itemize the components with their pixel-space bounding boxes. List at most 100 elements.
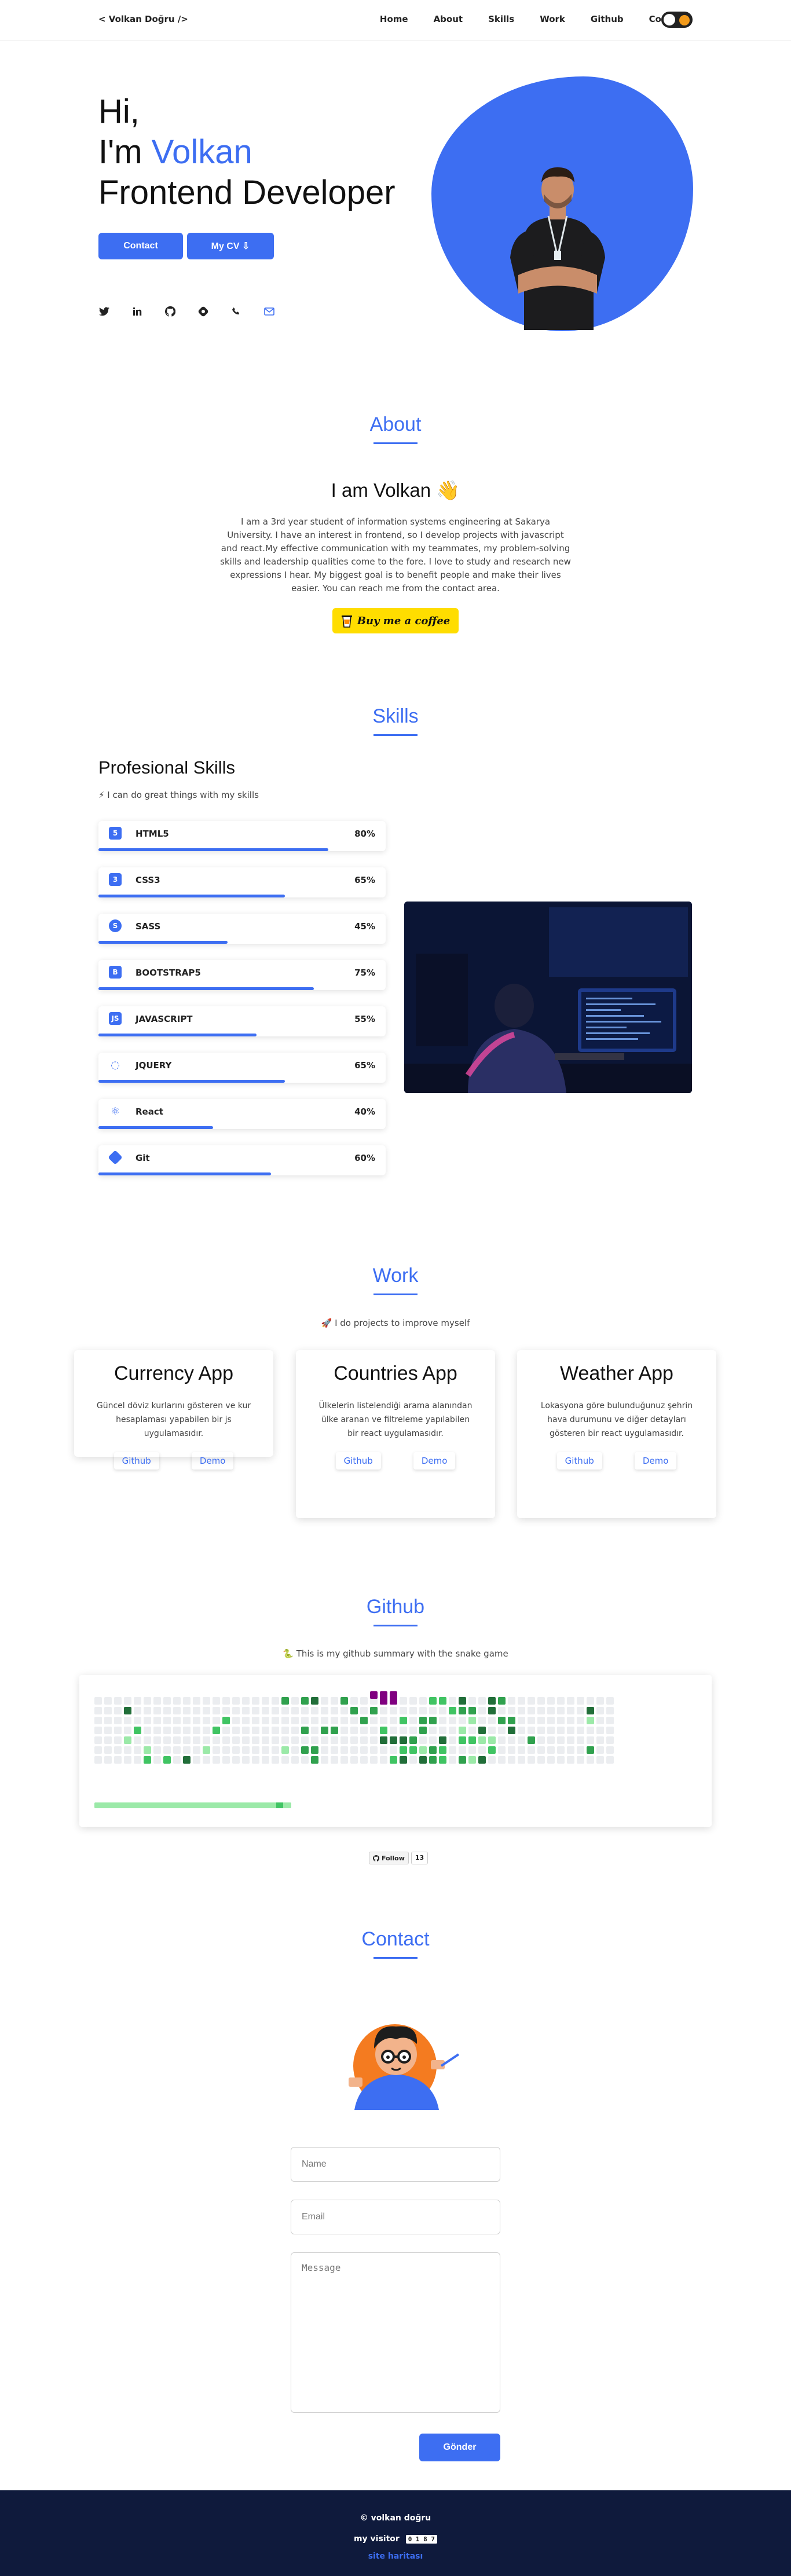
contribution-cell: [232, 1727, 240, 1734]
github-link[interactable]: Github: [557, 1452, 602, 1470]
contribution-cell: [439, 1707, 446, 1714]
contribution-cell: [528, 1746, 535, 1754]
contribution-cell: [518, 1707, 525, 1714]
github-icon[interactable]: [164, 306, 176, 317]
contribution-cell: [380, 1707, 387, 1714]
contribution-cell: [163, 1756, 171, 1764]
contribution-cell: [596, 1756, 604, 1764]
contribution-cell: [577, 1707, 584, 1714]
sitemap-link[interactable]: site haritası: [0, 2552, 791, 2561]
theme-toggle[interactable]: [661, 12, 693, 28]
contribution-cell: [419, 1756, 427, 1764]
nav-item-skills[interactable]: Skills: [488, 14, 514, 24]
cv-button[interactable]: My CV ⇩: [187, 233, 274, 259]
contribution-cell: [547, 1727, 555, 1734]
contribution-cell: [537, 1697, 545, 1705]
contribution-cell: [281, 1727, 289, 1734]
phone-icon[interactable]: [230, 306, 242, 317]
send-button[interactable]: Gönder: [419, 2434, 500, 2461]
contribution-cell: [577, 1697, 584, 1705]
contact-button[interactable]: Contact: [98, 233, 183, 259]
project-title: Countries App: [334, 1362, 457, 1384]
skill-percent: 55%: [354, 1014, 375, 1024]
project-description: Lokasyona göre bulunduğunuz şehrin hava …: [540, 1401, 693, 1438]
contribution-cell: [104, 1707, 112, 1714]
hero-name: Volkan: [151, 133, 252, 171]
contribution-cell: [340, 1756, 348, 1764]
contribution-cell: [262, 1736, 269, 1744]
github-link[interactable]: Github: [114, 1452, 159, 1470]
nav-item-about[interactable]: About: [434, 14, 463, 24]
buy-me-a-coffee-button[interactable]: Buy me a coffee: [332, 608, 459, 633]
contribution-cell: [114, 1697, 122, 1705]
skill-name: BOOTSTRAP5: [136, 968, 201, 978]
follow-button[interactable]: Follow: [369, 1852, 409, 1864]
contribution-cell: [222, 1736, 230, 1744]
contribution-cell: [281, 1717, 289, 1724]
github-link[interactable]: Github: [336, 1452, 381, 1470]
linkedin-icon[interactable]: [131, 306, 143, 317]
message-textarea[interactable]: [291, 2252, 500, 2413]
contribution-cell: [213, 1727, 220, 1734]
contribution-cell: [114, 1717, 122, 1724]
contribution-cell: [419, 1746, 427, 1754]
contribution-cell: [439, 1717, 446, 1724]
contribution-cell: [213, 1707, 220, 1714]
demo-link[interactable]: Demo: [413, 1452, 456, 1470]
mail-icon[interactable]: [263, 306, 275, 317]
contribution-cell: [429, 1717, 437, 1724]
contribution-cell: [331, 1707, 338, 1714]
email-input[interactable]: [291, 2200, 500, 2234]
skill-name: SASS: [136, 921, 161, 932]
contribution-cell: [134, 1707, 141, 1714]
contribution-cell: [124, 1736, 131, 1744]
contribution-cell: [340, 1697, 348, 1705]
contribution-cell: [596, 1707, 604, 1714]
contribution-cell: [193, 1746, 200, 1754]
contribution-cell: [272, 1707, 279, 1714]
contribution-cell: [242, 1697, 250, 1705]
contribution-cell: [203, 1727, 210, 1734]
contribution-cell: [400, 1746, 407, 1754]
contribution-cell: [163, 1746, 171, 1754]
contribution-cell: [488, 1746, 496, 1754]
contribution-cell: [468, 1756, 476, 1764]
contribution-cell: [262, 1707, 269, 1714]
github-title-underline: [373, 1625, 418, 1626]
nav-item-github[interactable]: Github: [591, 14, 624, 24]
contribution-cell: [498, 1707, 506, 1714]
nav-item-home[interactable]: Home: [380, 14, 408, 24]
nav-menu: Home About Skills Work Github Contact: [380, 14, 687, 24]
contribution-cell: [547, 1746, 555, 1754]
skill-name: JQUERY: [136, 1060, 172, 1071]
contribution-cell: [242, 1756, 250, 1764]
demo-link[interactable]: Demo: [635, 1452, 677, 1470]
contribution-cell: [409, 1746, 417, 1754]
project-description: Ülkelerin listelendiği arama alanından ü…: [318, 1401, 473, 1438]
hashnode-icon[interactable]: [197, 306, 209, 317]
snake-segment: [380, 1697, 387, 1705]
contribution-cell: [498, 1736, 506, 1744]
nav-item-work[interactable]: Work: [540, 14, 565, 24]
demo-link[interactable]: Demo: [192, 1452, 234, 1470]
site-logo[interactable]: < Volkan Doğru />: [98, 14, 188, 24]
name-input[interactable]: [291, 2147, 500, 2182]
react-icon: ⚛: [110, 1105, 120, 1117]
twitter-icon[interactable]: [98, 306, 110, 317]
contribution-cell: [498, 1697, 506, 1705]
github-follow-widget[interactable]: Follow 13: [369, 1852, 429, 1864]
contribution-cell: [301, 1707, 309, 1714]
contribution-cell: [400, 1717, 407, 1724]
contribution-cell: [400, 1727, 407, 1734]
contribution-cell: [567, 1746, 574, 1754]
contribution-cell: [606, 1736, 614, 1744]
contribution-cell: [409, 1707, 417, 1714]
contribution-cell: [606, 1727, 614, 1734]
work-title-underline: [373, 1294, 418, 1295]
contribution-cell: [587, 1727, 594, 1734]
contribution-cell: [94, 1707, 102, 1714]
contribution-cell: [124, 1707, 131, 1714]
contribution-cell: [252, 1727, 259, 1734]
contribution-cell: [183, 1717, 191, 1724]
contribution-cell: [163, 1697, 171, 1705]
